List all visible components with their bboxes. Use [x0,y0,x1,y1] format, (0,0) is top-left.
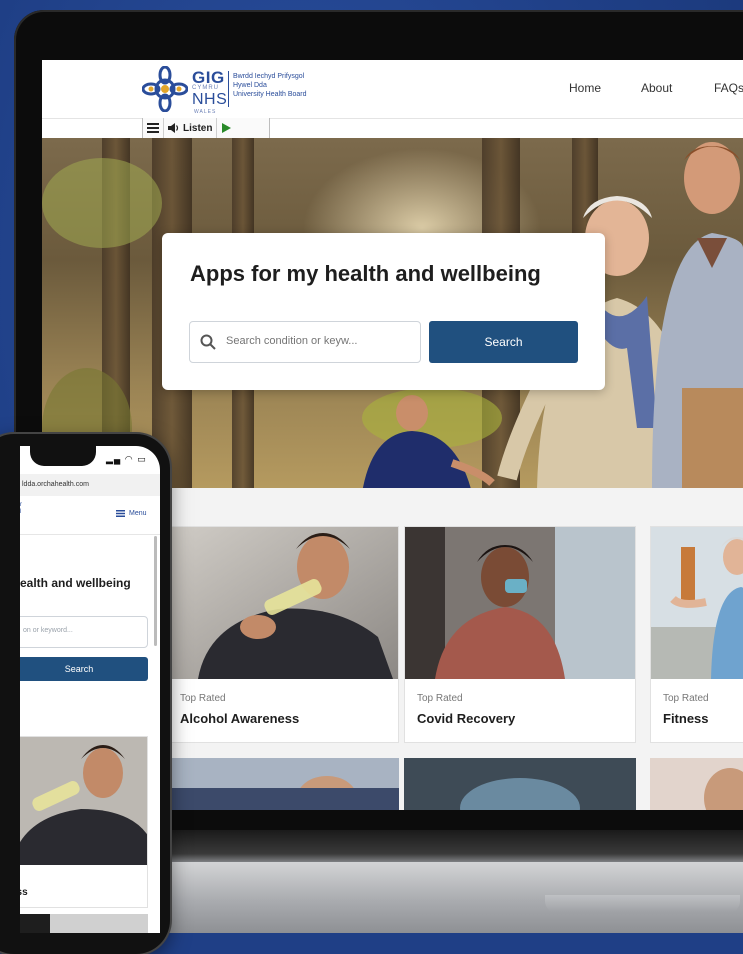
phone-hero-title: ealth and wellbeing [20,576,131,590]
hero-search-input[interactable] [224,334,413,348]
hero-child-photo [363,395,495,488]
card-title: Covid Recovery [417,711,516,726]
hero-man-photo [652,142,743,488]
hero-title: Apps for my health and wellbeing [190,261,541,286]
app-card-row2-image[interactable] [167,758,399,810]
logo-wales-text: WALES [194,109,217,115]
alcohol-awareness-photo [168,527,398,679]
sleeping-person-photo [167,758,399,810]
board-line-3: University Health Board [233,91,307,98]
card-tag: Top Rated [180,693,226,704]
card-image [651,527,743,679]
phone-app-card-2[interactable] [20,914,148,933]
card-image [168,527,398,679]
play-button[interactable] [217,118,235,138]
listen-button[interactable]: Listen [164,118,218,138]
app-card-row2-image[interactable] [404,758,636,810]
nav-faqs-link[interactable]: FAQs [714,81,743,95]
card-tag: Top Rated [663,693,709,704]
phone-menu-label: Menu [129,510,147,517]
phone-search-input[interactable]: on or keyword... [20,616,148,648]
hero-search-box[interactable] [189,321,421,363]
phone-site-header: rl Menu [20,496,160,535]
app-card-fitness[interactable]: Top Rated Fitness [650,526,743,743]
nav-about-link[interactable]: About [641,81,672,95]
phone-status-bar: ▂▄ ◠ ▭ [20,446,160,472]
search-icon [200,334,216,350]
listen-toolbar: Listen [142,118,270,139]
hamburger-icon [116,510,125,517]
health-board-name: Bwrdd Iechyd Prifysgol Hywel Dda Univers… [233,72,343,99]
hero-search-button[interactable]: Search [429,321,578,363]
app-card-covid-recovery[interactable]: Top Rated Covid Recovery [404,526,636,743]
board-line-1: Bwrdd Iechyd Prifysgol [233,73,305,80]
phone-app-card[interactable]: ess [20,736,148,908]
logo-divider [228,71,229,107]
woman-photo [650,758,743,810]
phone-search-button[interactable]: Search [20,657,148,681]
fitness-photo [651,527,743,679]
hamburger-icon [147,123,159,133]
play-icon [222,123,232,133]
hero-search-card: Apps for my health and wellbeing Search [162,233,605,390]
site-header: GIG CYMRU NHS WALES Bwrdd Iechyd Prifysg… [42,60,743,119]
toolbar-menu-button[interactable] [143,118,164,138]
laptop-notch [545,895,740,913]
card-title: Alcohol Awareness [180,711,300,726]
nav-home-link[interactable]: Home [569,81,601,95]
phone-logo-fragment: rl [20,502,22,515]
signal-wifi-battery-icon: ▂▄ ◠ ▭ [106,454,147,464]
phone-alcohol-awareness-photo [20,737,147,865]
app-card-row2-image[interactable] [650,758,743,810]
app-card-alcohol-awareness[interactable]: Top Rated Alcohol Awareness [167,526,399,743]
listen-label: Listen [183,122,213,134]
phone-screen: ▂▄ ◠ ▭ ldda.orchahealth.com rl Menu ealt… [20,446,160,933]
card-title: Fitness [663,711,709,726]
card-tag: Top Rated [417,693,463,704]
card-image [405,527,635,679]
phone-menu-button[interactable]: Menu [116,510,147,517]
phone-dynamic-island [30,446,96,466]
speaker-icon [168,123,179,133]
logo-nhs-text: NHS [192,91,228,108]
phone-url-bar[interactable]: ldda.orchahealth.com [20,474,160,496]
board-line-2: Hywel Dda [233,82,267,89]
phone-scrollbar[interactable] [154,536,157,646]
hero-foliage [42,158,162,248]
laptop-hinge [150,830,743,864]
phone-card-title: ess [20,887,28,898]
person-photo [404,758,636,810]
nhs-wales-logo-icon[interactable] [142,66,188,112]
phone-card-2-photo [20,914,148,933]
covid-recovery-photo [405,527,635,679]
